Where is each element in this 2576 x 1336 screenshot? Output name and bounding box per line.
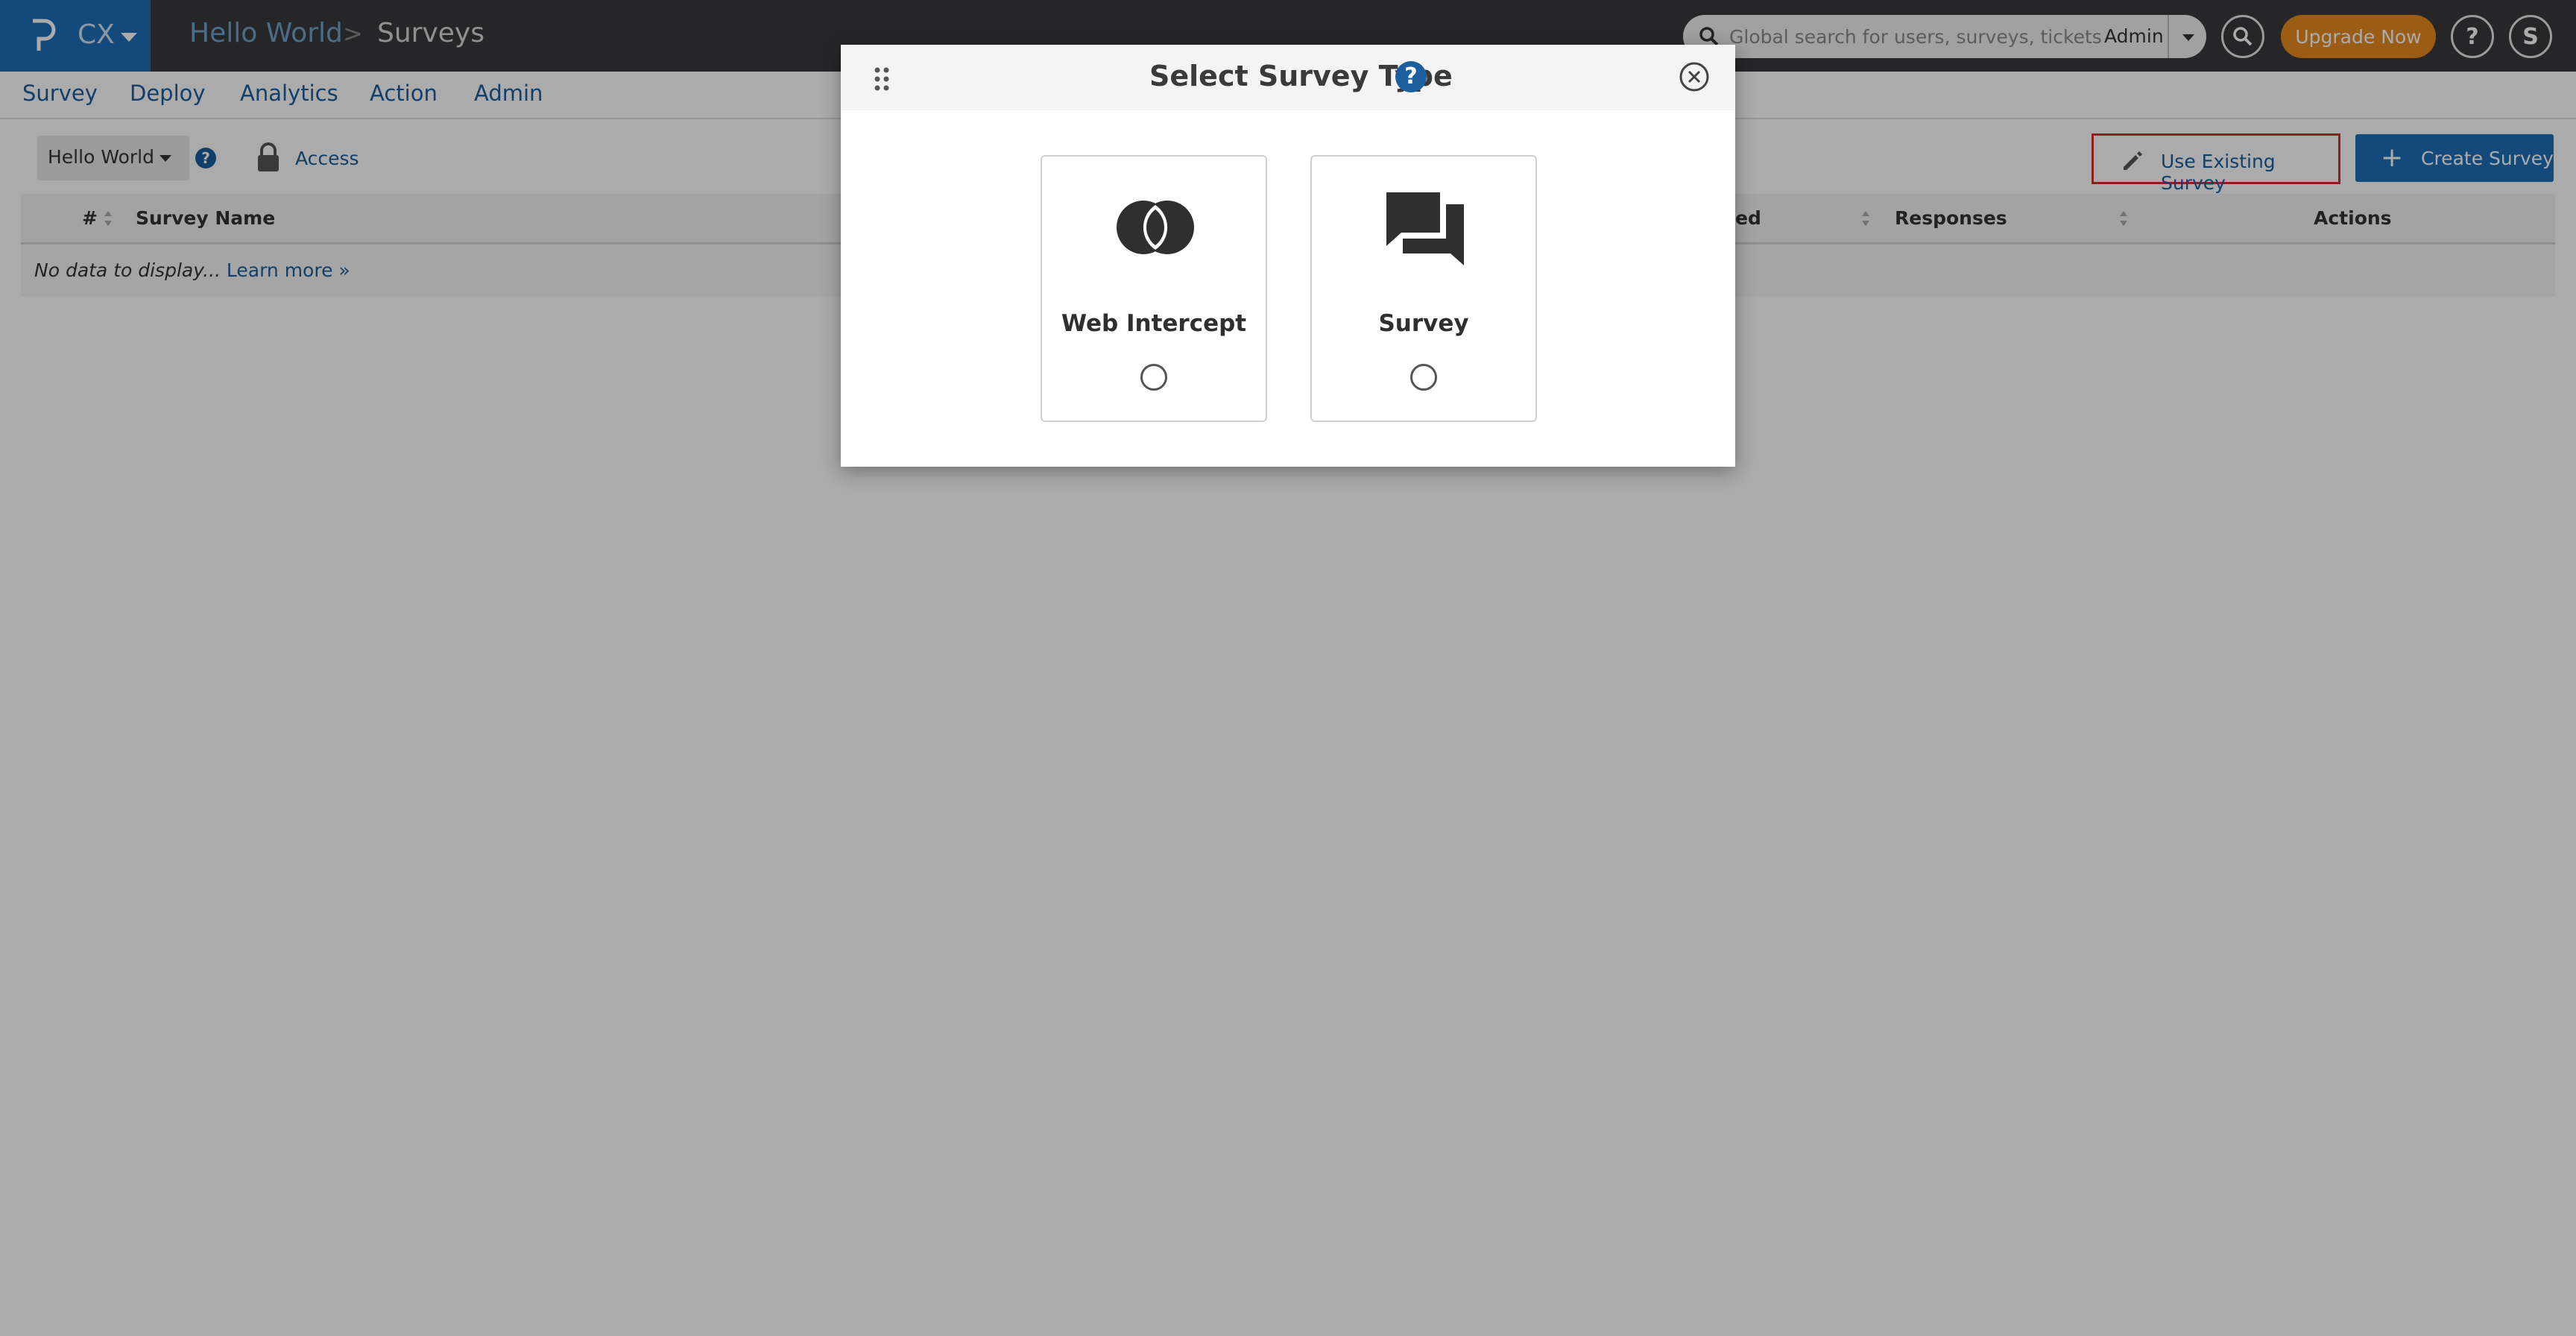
dialog-header: Select Survey Type ?	[841, 45, 1735, 110]
close-icon[interactable]	[1679, 61, 1710, 92]
option-label: Web Intercept	[1061, 310, 1247, 337]
web-intercept-radio[interactable]	[1140, 364, 1167, 391]
option-survey[interactable]: Survey	[1310, 155, 1537, 422]
survey-radio[interactable]	[1410, 364, 1437, 391]
drag-handle-icon[interactable]	[872, 66, 891, 92]
option-label: Survey	[1378, 310, 1469, 337]
option-web-intercept[interactable]: Web Intercept	[1041, 155, 1267, 422]
intercept-icon	[1117, 201, 1194, 254]
dialog-help-icon[interactable]: ?	[1395, 61, 1427, 92]
chat-bubbles-icon	[1386, 192, 1464, 265]
select-survey-type-dialog: Select Survey Type ? Web Intercept Surve…	[841, 45, 1735, 467]
